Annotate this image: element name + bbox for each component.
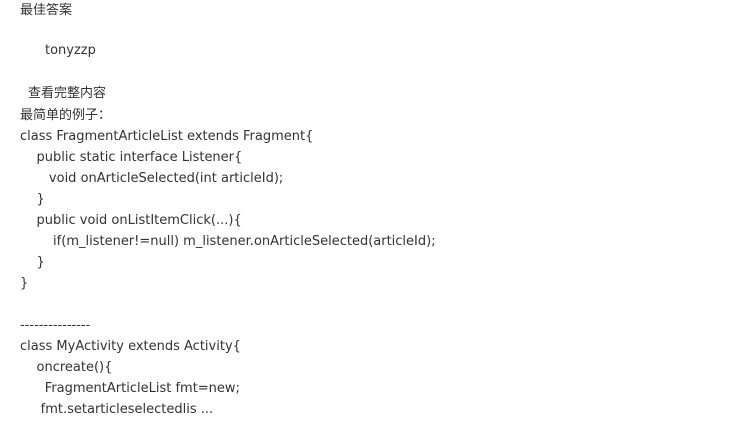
code-line: fmt.setarticleselectedlis ... [20, 402, 214, 417]
code-line: public static interface Listener{ [20, 150, 243, 165]
code-line: oncreate(){ [20, 360, 113, 375]
code-line: class MyActivity extends Activity{ [20, 339, 241, 354]
code-line: if(m_listener!=null) m_listener.onArticl… [20, 234, 436, 249]
code-line: class FragmentArticleList extends Fragme… [20, 129, 314, 144]
view-full-content-link[interactable]: 查看完整内容 [28, 84, 106, 104]
author-name[interactable]: tonyzzp [45, 41, 96, 61]
code-line: void onArticleSelected(int articleId); [20, 171, 284, 186]
code-line: FragmentArticleList fmt=new; [20, 381, 240, 396]
code-line: } [20, 276, 29, 291]
code-line: } [20, 255, 45, 270]
code-line: public void onListItemClick(...){ [20, 213, 242, 228]
content-line: 最简单的例子： [20, 108, 112, 123]
code-line: } [20, 192, 45, 207]
answer-content: 最简单的例子： class FragmentArticleList extend… [20, 105, 720, 420]
best-answer-heading: 最佳答案 [20, 3, 73, 18]
separator-line: --------------- [20, 318, 91, 333]
